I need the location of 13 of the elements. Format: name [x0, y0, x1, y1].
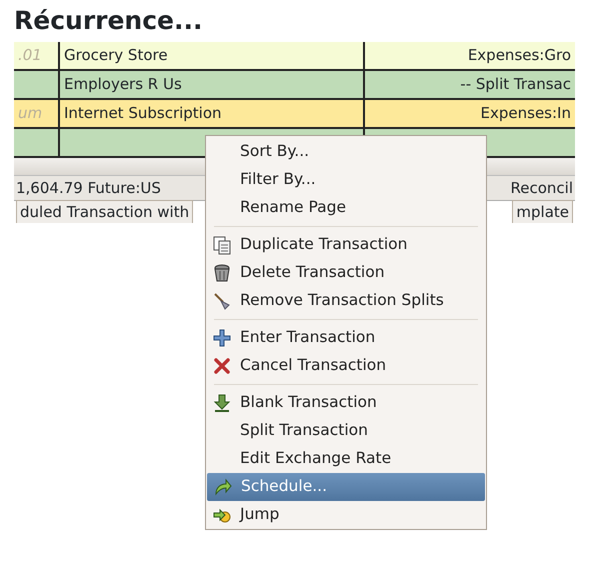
table-cell-text: Grocery Store [64, 45, 168, 66]
table-cell-text: -- Split Transac [460, 74, 571, 96]
table-cell-text: Employers R Us [64, 74, 182, 96]
table-cell-text: Internet Subscription [64, 103, 222, 124]
reconciled-text: Reconcil [510, 178, 573, 199]
table-cell-text: Expenses:In [480, 103, 571, 124]
table-cell-text: Expenses:Gro [468, 45, 571, 66]
balance-text: 1,604.79 Future:US [16, 178, 161, 199]
page-heading: Récurrence... [13, 5, 204, 37]
status-text: duled Transaction with [16, 200, 194, 223]
table-cell-text: um [18, 103, 42, 124]
table-cell-text: .01 [18, 45, 42, 66]
status-text: mplate [512, 200, 573, 223]
